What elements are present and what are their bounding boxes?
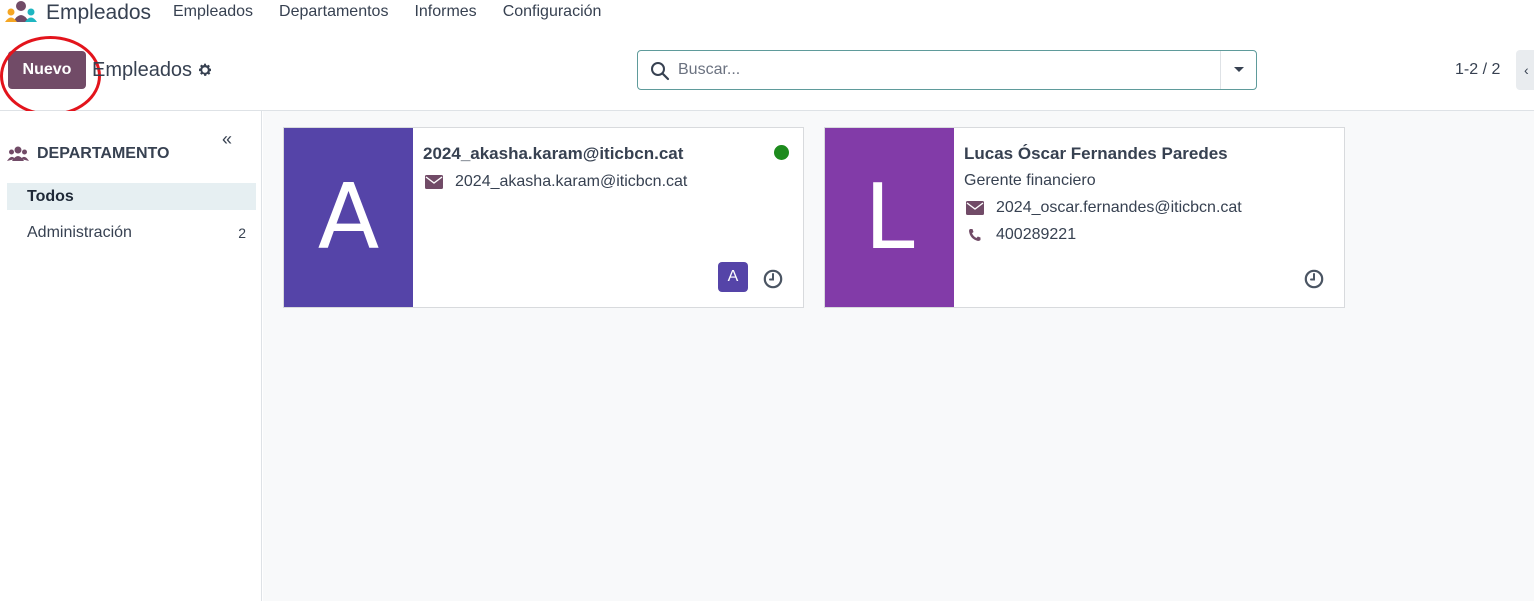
phone-icon <box>969 229 981 241</box>
employee-card[interactable]: L Lucas Óscar Fernandes Paredes Gerente … <box>824 127 1345 308</box>
menu-item-empleados[interactable]: Empleados <box>173 3 253 21</box>
employees-app-icon[interactable] <box>4 0 38 24</box>
gear-icon[interactable] <box>197 62 213 78</box>
top-navbar: Empleados Empleados Departamentos Inform… <box>0 0 1534 28</box>
app-name[interactable]: Empleados <box>46 1 151 25</box>
menu-item-departamentos[interactable]: Departamentos <box>279 3 388 21</box>
kanban-view: A 2024_akasha.karam@iticbcn.cat 2024_aka… <box>263 111 1534 601</box>
employee-avatar: L <box>825 128 954 307</box>
search-bar <box>637 50 1257 90</box>
envelope-icon <box>966 201 984 215</box>
new-button[interactable]: Nuevo <box>8 51 86 89</box>
employee-avatar: A <box>284 128 413 307</box>
pager-previous-button[interactable]: ‹ <box>1516 50 1534 90</box>
menu-item-informes[interactable]: Informes <box>414 3 476 21</box>
employee-name: Lucas Óscar Fernandes Paredes <box>964 144 1228 163</box>
search-options-toggle[interactable] <box>1220 51 1256 89</box>
clock-icon[interactable] <box>1304 269 1324 289</box>
employee-email-line: 2024_oscar.fernandes@iticbcn.cat <box>966 199 1242 217</box>
user-avatar-badge[interactable]: A <box>718 262 748 292</box>
employee-job-title: Gerente financiero <box>964 172 1096 189</box>
employee-email-line: 2024_akasha.karam@iticbcn.cat <box>425 173 687 191</box>
employee-card[interactable]: A 2024_akasha.karam@iticbcn.cat 2024_aka… <box>283 127 804 308</box>
menu-item-configuracion[interactable]: Configuración <box>503 3 602 21</box>
employee-name: 2024_akasha.karam@iticbcn.cat <box>423 144 684 163</box>
pager-value[interactable]: 1-2 / 2 <box>1455 61 1500 79</box>
collapse-sidebar-icon[interactable]: « <box>222 129 232 150</box>
employee-email: 2024_akasha.karam@iticbcn.cat <box>455 173 688 190</box>
main-menu: Empleados Departamentos Informes Configu… <box>173 3 601 21</box>
sidebar-item-label: Administración <box>27 223 132 241</box>
online-status-dot <box>774 145 789 160</box>
page-title: Empleados <box>92 59 193 81</box>
employee-phone: 400289221 <box>996 226 1077 243</box>
employee-phone-line: 400289221 <box>966 226 1076 244</box>
sidebar-item-administracion[interactable]: Administración 2 <box>7 219 256 246</box>
chevron-left-icon: ‹ <box>1524 62 1529 78</box>
control-panel: Nuevo Empleados 1-2 / 2 ‹ <box>0 28 1534 116</box>
employee-email: 2024_oscar.fernandes@iticbcn.cat <box>996 199 1242 216</box>
sidebar-item-count: 2 <box>238 224 246 241</box>
sidebar-item-todos[interactable]: Todos <box>7 183 256 210</box>
department-sidebar: « DEPARTAMENTO Todos Administración 2 <box>0 111 262 601</box>
caret-down-icon <box>1233 67 1244 72</box>
envelope-icon <box>425 175 443 189</box>
sidebar-header-label: DEPARTAMENTO <box>37 145 170 162</box>
search-input[interactable] <box>678 59 1208 81</box>
clock-icon[interactable] <box>763 269 783 289</box>
users-icon <box>7 146 29 161</box>
search-icon <box>651 62 670 81</box>
sidebar-item-label: Todos <box>27 187 74 205</box>
sidebar-header: DEPARTAMENTO <box>7 145 169 163</box>
